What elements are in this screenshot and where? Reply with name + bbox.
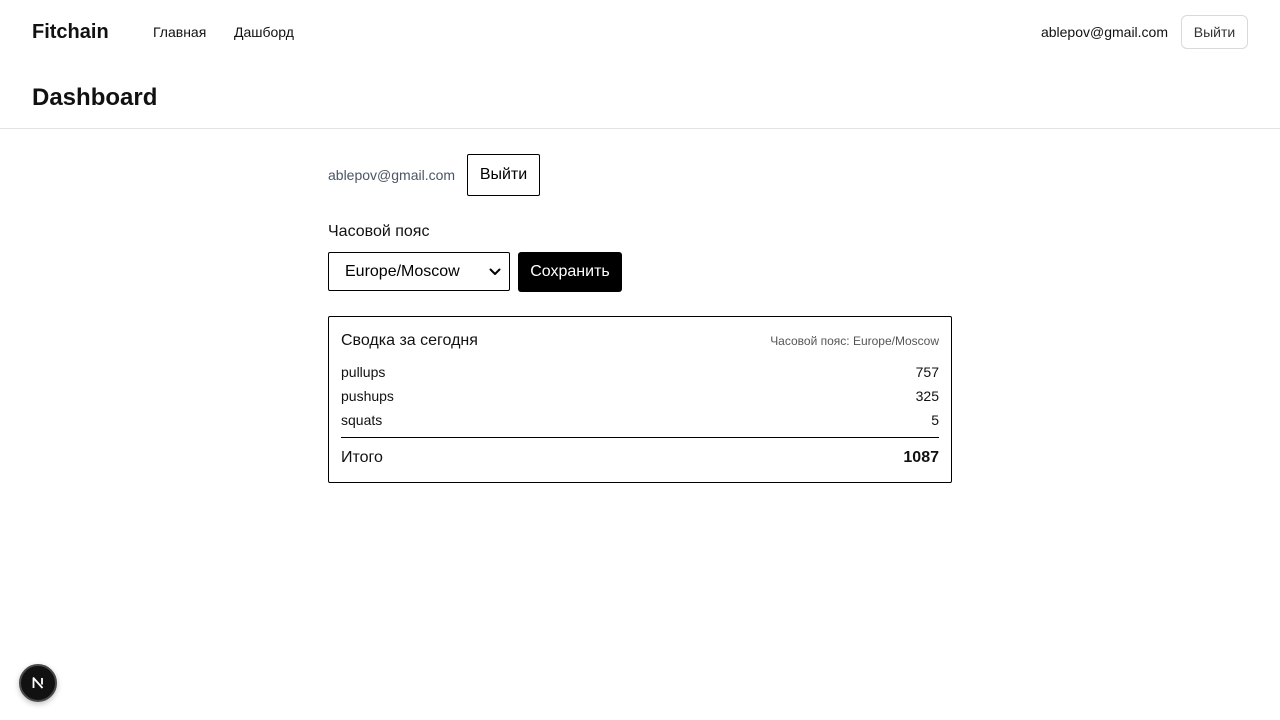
exercise-name: squats bbox=[341, 412, 383, 428]
account-row: ablepov@gmail.com Выйти bbox=[328, 154, 952, 196]
nav-link-dashboard[interactable]: Дашборд bbox=[234, 23, 294, 41]
timezone-select-value: Europe/Moscow bbox=[345, 263, 460, 280]
timezone-label: Часовой пояс bbox=[328, 223, 430, 240]
brand-logo[interactable]: Fitchain bbox=[32, 20, 109, 44]
account-email: ablepov@gmail.com bbox=[328, 167, 456, 183]
summary-total-row: Итого 1087 bbox=[341, 449, 939, 469]
summary-divider bbox=[341, 437, 939, 438]
save-timezone-button[interactable]: Сохранить bbox=[518, 252, 622, 292]
nav-logout-button[interactable]: Выйти bbox=[1181, 15, 1248, 49]
summary-timezone-note: Часовой пояс: Europe/Moscow bbox=[770, 334, 939, 348]
exercise-name: pullups bbox=[341, 364, 386, 380]
list-item: pushups 325 bbox=[341, 387, 939, 405]
daily-summary-card: Сводка за сегодня Часовой пояс: Europe/M… bbox=[328, 316, 952, 483]
exercise-count: 757 bbox=[915, 364, 939, 380]
exercise-name: pushups bbox=[341, 388, 394, 404]
page-header: Dashboard bbox=[0, 64, 1280, 129]
total-value: 1087 bbox=[903, 449, 939, 466]
list-item: squats 5 bbox=[341, 411, 939, 429]
exercise-count: 5 bbox=[931, 412, 939, 428]
total-label: Итого bbox=[341, 449, 383, 466]
exercise-count: 325 bbox=[915, 388, 939, 404]
list-item: pullups 757 bbox=[341, 363, 939, 381]
top-navigation: Fitchain Главная Дашборд ablepov@gmail.c… bbox=[0, 0, 1280, 64]
page-title: Dashboard bbox=[32, 84, 158, 111]
account-logout-button[interactable]: Выйти bbox=[467, 154, 540, 196]
chevron-down-icon bbox=[489, 268, 501, 275]
nextjs-dev-indicator[interactable] bbox=[19, 664, 57, 702]
nextjs-icon bbox=[32, 677, 44, 689]
summary-title: Сводка за сегодня bbox=[341, 332, 478, 349]
nav-user-email: ablepov@gmail.com bbox=[1040, 24, 1168, 40]
timezone-select[interactable]: Europe/Moscow bbox=[328, 252, 510, 291]
nav-link-home[interactable]: Главная bbox=[153, 23, 206, 41]
